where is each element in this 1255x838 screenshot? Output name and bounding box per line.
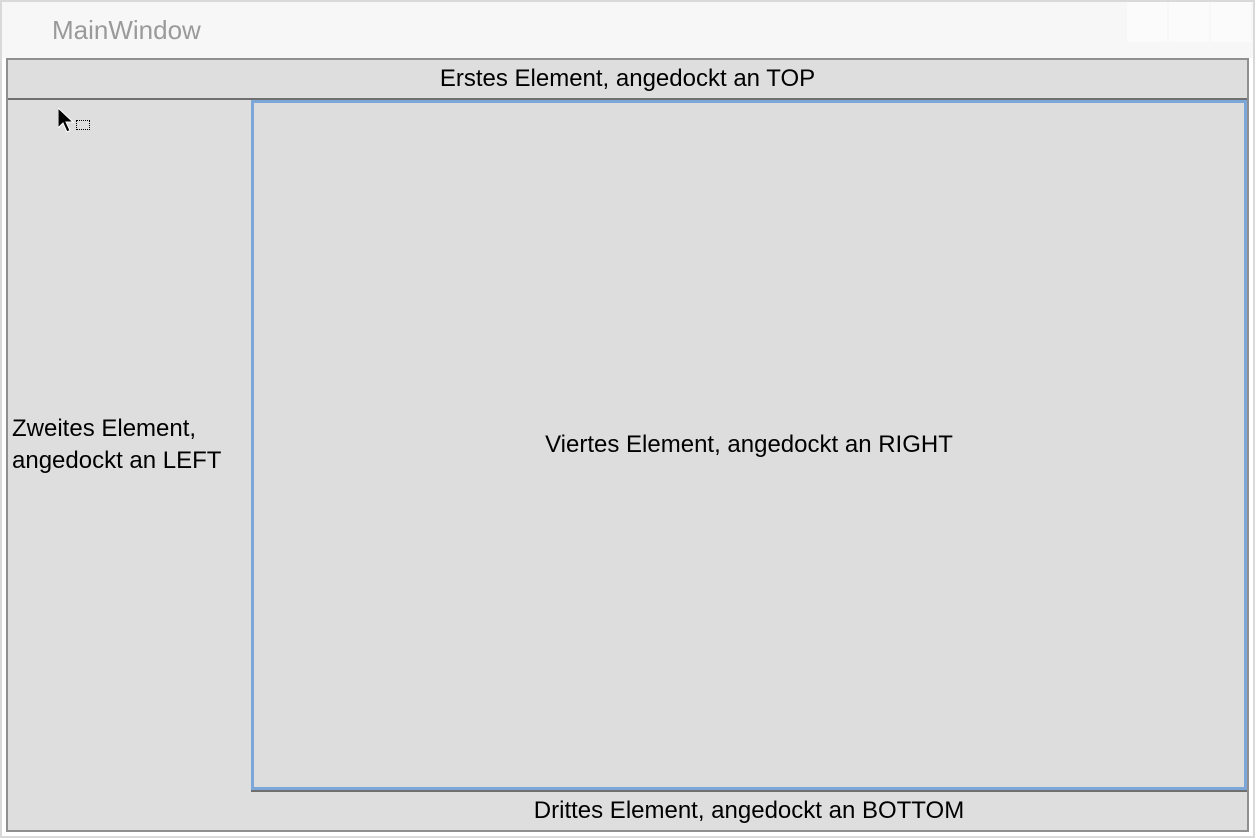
middle-row: Zweites Element, angedockt an LEFT Viert… <box>8 100 1247 790</box>
titlebar: MainWindow <box>2 2 1253 58</box>
close-button[interactable] <box>1211 2 1251 42</box>
main-window: MainWindow Erstes Element, angedockt an … <box>0 0 1255 838</box>
top-panel-label: Erstes Element, angedockt an TOP <box>440 65 815 93</box>
top-docked-panel: Erstes Element, angedockt an TOP <box>8 60 1247 100</box>
left-docked-panel: Zweites Element, angedockt an LEFT <box>8 100 251 790</box>
window-title: MainWindow <box>52 15 201 46</box>
right-docked-panel[interactable]: Viertes Element, angedockt an RIGHT <box>251 100 1247 790</box>
dock-panel: Erstes Element, angedockt an TOP Zweites… <box>6 58 1249 832</box>
window-controls <box>1127 2 1253 58</box>
bottom-docked-panel: Drittes Element, angedockt an BOTTOM <box>251 790 1247 830</box>
bottom-panel-label: Drittes Element, angedockt an BOTTOM <box>534 797 964 825</box>
right-panel-label: Viertes Element, angedockt an RIGHT <box>545 431 953 459</box>
left-panel-label: Zweites Element, angedockt an LEFT <box>12 413 247 478</box>
maximize-button[interactable] <box>1169 2 1209 42</box>
minimize-button[interactable] <box>1127 2 1167 42</box>
